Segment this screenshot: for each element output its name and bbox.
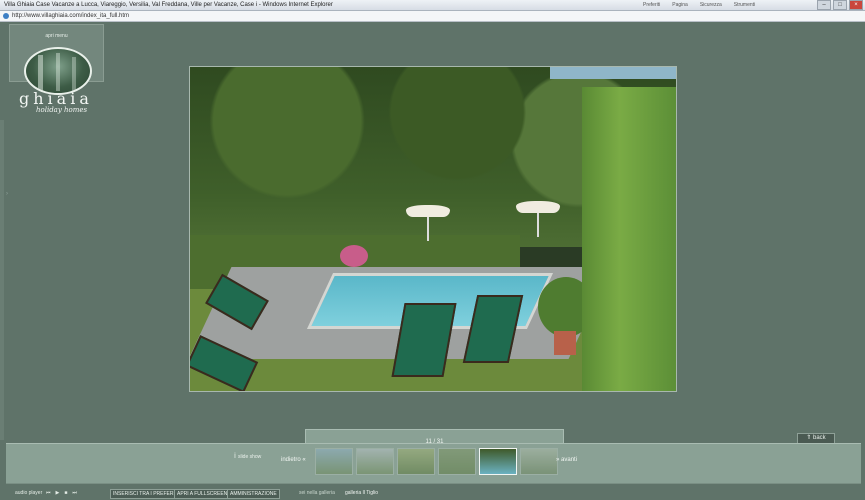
thumbnail[interactable] <box>356 448 394 475</box>
brand-tagline: holiday homes <box>36 106 88 114</box>
tree-icon <box>56 53 60 91</box>
thumbnail[interactable] <box>520 448 558 475</box>
next-button[interactable]: » avanti <box>556 457 577 463</box>
photo-sky <box>550 67 676 79</box>
globe-icon <box>3 13 9 19</box>
plant-pot <box>554 331 576 355</box>
audio-prev-icon[interactable]: ⏮ <box>46 490 51 496</box>
fullscreen-button[interactable]: APRI A FULLSCREEN <box>174 489 231 499</box>
back-arrow-icon: ⇑ <box>806 435 813 441</box>
tree-icon <box>38 55 43 91</box>
open-menu-label[interactable]: apri menu <box>10 33 103 39</box>
tree-icon <box>72 57 76 91</box>
left-edge-strip <box>0 120 4 440</box>
slide-show-label: slide show <box>237 454 262 460</box>
browser-title-bar: Villa Ghiaia Case Vacanze a Lucca, Viare… <box>0 0 865 11</box>
audio-play-icon[interactable]: ▶ <box>56 490 60 496</box>
umbrella-pole <box>537 211 539 237</box>
umbrella-pole <box>427 215 429 241</box>
photo-hedge-right <box>582 87 676 391</box>
audio-next-icon[interactable]: ⏭ <box>72 490 77 496</box>
toolbar-tools[interactable]: Strumenti <box>731 1 758 9</box>
flower-pot <box>340 245 368 267</box>
window-title: Villa Ghiaia Case Vacanze a Lucca, Viare… <box>4 2 333 8</box>
toolbar-security[interactable]: Sicurezza <box>697 1 725 9</box>
gallery-label: sei nella galleria <box>299 490 335 496</box>
menu-logo-box[interactable]: apri menu <box>9 24 104 95</box>
maximize-button[interactable]: □ <box>833 0 847 10</box>
thumbnail[interactable] <box>438 448 476 475</box>
admin-button[interactable]: AMMINISTRAZIONE <box>227 489 280 499</box>
close-button[interactable]: × <box>849 0 863 10</box>
prev-label: indietro <box>281 457 301 463</box>
umbrella <box>406 205 450 217</box>
next-label: avanti <box>561 457 578 463</box>
thumbnail-active[interactable] <box>479 448 517 475</box>
back-label: back <box>813 435 826 441</box>
audio-player-label: audio player <box>15 490 43 496</box>
thumbnail[interactable] <box>315 448 353 475</box>
audio-controls: ⏮ ▶ ■ ⏭ <box>46 490 77 496</box>
prev-arrow-icon: « <box>302 457 306 463</box>
thumbnail-list <box>315 448 558 475</box>
thumbnail[interactable] <box>397 448 435 475</box>
address-bar[interactable]: http://www.villaghiaia.com/index_ita_ful… <box>0 11 865 22</box>
logo-emblem <box>24 47 92 95</box>
footer-bar: audio player ⏮ ▶ ■ ⏭ INSERISCI TRA I PRE… <box>0 486 865 500</box>
gallery-name[interactable]: galleria Il Tiglio <box>345 490 378 496</box>
left-arrow-icon[interactable]: › <box>6 191 8 197</box>
url-text[interactable]: http://www.villaghiaia.com/index_ita_ful… <box>12 11 129 21</box>
umbrella <box>516 201 560 213</box>
window-controls: – □ × <box>817 0 863 10</box>
play-icon: ⅰ <box>234 453 236 460</box>
add-favorites-button[interactable]: INSERISCI TRA I PREFERITI <box>110 489 183 499</box>
toolbar-page[interactable]: Pagina <box>669 1 691 9</box>
browser-toolbar: Preferiti Pagina Sicurezza Strumenti <box>640 1 758 9</box>
prev-button[interactable]: indietro « <box>281 457 306 463</box>
slide-show-button[interactable]: ⅰ slide show <box>234 452 261 460</box>
minimize-button[interactable]: – <box>817 0 831 10</box>
toolbar-favorites[interactable]: Preferiti <box>640 1 663 9</box>
audio-stop-icon[interactable]: ■ <box>64 490 67 496</box>
main-photo[interactable] <box>189 66 677 392</box>
